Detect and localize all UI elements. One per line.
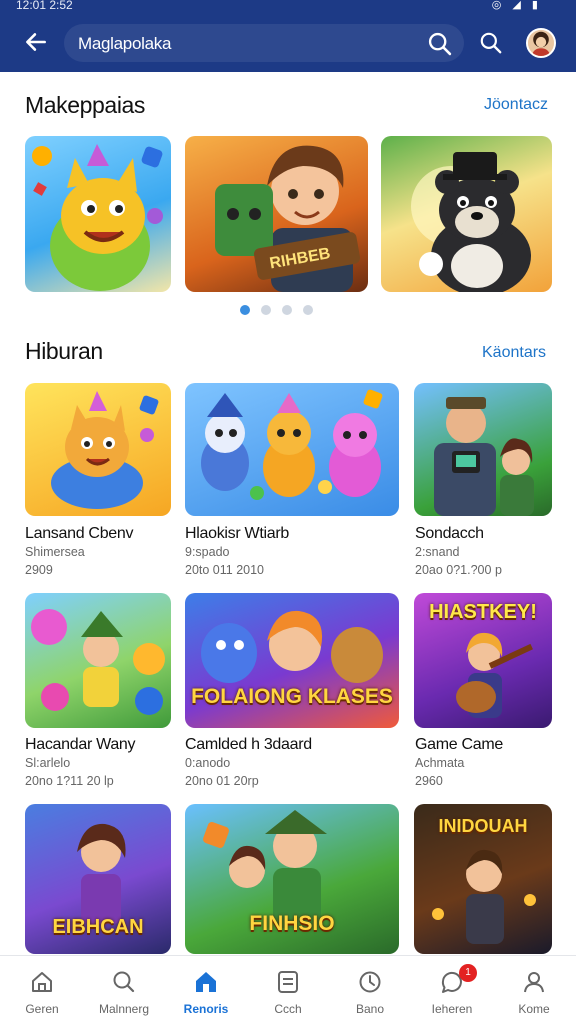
game-card-meta-4: 20no 1?11 20 lp bbox=[25, 774, 114, 788]
nav-label-renoris: Renoris bbox=[183, 1002, 229, 1016]
see-all-featured-link[interactable]: Jöontacz bbox=[484, 96, 548, 114]
avatar[interactable] bbox=[526, 28, 556, 58]
game-card-thumb-9[interactable]: INIDOUAH bbox=[414, 804, 552, 954]
game-card-thumb-8[interactable]: FINHSIO bbox=[185, 804, 399, 954]
three-cartoon-animals-illustration bbox=[201, 389, 383, 500]
nav-label-malnnerg: Malnnerg bbox=[98, 1002, 150, 1016]
game-card-art-text-6: HIASTKEY! bbox=[429, 601, 537, 623]
search-icon[interactable] bbox=[478, 30, 504, 56]
arrow-left-icon bbox=[26, 33, 46, 51]
home-outline-icon bbox=[32, 972, 52, 992]
section-title-hiburan: Hiburan bbox=[25, 338, 103, 364]
carousel-dot-1[interactable] bbox=[240, 305, 250, 315]
document-icon bbox=[278, 971, 298, 993]
home-filled-icon bbox=[196, 972, 216, 992]
search-icon[interactable] bbox=[426, 30, 454, 58]
game-card-meta-2: 20to 011 2010 bbox=[185, 563, 265, 577]
game-card-thumb-6[interactable]: HIASTKEY! bbox=[414, 593, 552, 728]
featured-banner-3[interactable] bbox=[381, 136, 552, 292]
game-card-subtitle-2: 9:spado bbox=[185, 545, 230, 559]
nav-label-ieheren: Ieheren bbox=[431, 1002, 473, 1016]
game-card-meta-6: 2960 bbox=[415, 774, 443, 788]
game-card-art-text-9: INIDOUAH bbox=[438, 816, 528, 836]
cartoon-dog-illustration bbox=[51, 391, 159, 509]
search-icon bbox=[113, 971, 135, 993]
carousel-dot-3[interactable] bbox=[282, 305, 292, 315]
nav-item-malnnerg[interactable]: Malnnerg bbox=[83, 962, 165, 1022]
game-card-art-text-7: EIBHCAN bbox=[52, 916, 144, 938]
nav-label-geren: Geren bbox=[25, 1002, 59, 1016]
clock-icon bbox=[359, 971, 381, 993]
game-card-meta-1: 2909 bbox=[25, 563, 53, 577]
nav-label-bano: Bano bbox=[355, 1002, 385, 1016]
notification-badge: 1 bbox=[459, 964, 477, 982]
game-card-thumb-5[interactable]: FOLAIONG KLASES bbox=[185, 593, 399, 728]
game-card-title-6[interactable]: Game Came bbox=[415, 736, 503, 754]
nav-item-geren[interactable]: Geren bbox=[1, 962, 83, 1022]
game-card-title-4[interactable]: Hacandar Wany bbox=[25, 736, 136, 754]
profile-icon bbox=[524, 972, 544, 993]
carousel-dot-4[interactable] bbox=[303, 305, 313, 315]
game-card-title-3[interactable]: Sondacch bbox=[415, 525, 484, 543]
nav-item-kome[interactable]: Kome bbox=[493, 962, 575, 1022]
game-card-subtitle-3: 2:snand bbox=[415, 545, 460, 559]
nav-item-renoris[interactable]: Renoris bbox=[165, 962, 247, 1022]
game-card-subtitle-4: Sl:arlelo bbox=[25, 756, 71, 770]
game-card-meta-5: 20no 01 20rp bbox=[185, 774, 259, 788]
see-all-hiburan-link[interactable]: Käontars bbox=[482, 344, 546, 362]
carousel-dot-2[interactable] bbox=[261, 305, 271, 315]
featured-banner-1[interactable] bbox=[25, 136, 171, 292]
game-card-art-text-5: FOLAIONG KLASES bbox=[191, 685, 393, 708]
adventurer-illustration bbox=[434, 397, 534, 516]
game-card-subtitle-1: Shimersea bbox=[25, 545, 85, 559]
game-card-title-2[interactable]: Hlaokisr Wtiarb bbox=[185, 525, 289, 543]
nav-item-ccch[interactable]: Ccch bbox=[247, 962, 329, 1022]
boy-with-balls-illustration bbox=[31, 609, 165, 715]
search-input[interactable]: Maglapolaka bbox=[64, 24, 464, 62]
game-card-subtitle-6: Achmata bbox=[415, 756, 465, 770]
game-card-thumb-7[interactable]: EIBHCAN bbox=[25, 804, 171, 954]
bottom-navigation: Geren Malnnerg Renoris Ccch Bano 1 Ieher… bbox=[0, 955, 576, 1024]
game-card-thumb-2[interactable] bbox=[185, 383, 399, 516]
featured-banner-2[interactable]: RIHBEB bbox=[185, 136, 368, 292]
nav-label-ccch: Ccch bbox=[274, 1002, 302, 1016]
nav-item-bano[interactable]: Bano bbox=[329, 962, 411, 1022]
game-card-title-1[interactable]: Lansand Cbenv bbox=[25, 525, 133, 543]
user-avatar-icon bbox=[528, 30, 554, 56]
nav-item-ieheren[interactable]: 1 Ieheren bbox=[411, 962, 493, 1022]
bear-illustration bbox=[411, 152, 531, 292]
status-bar-icons: ◎ ◢ ▮ bbox=[491, 0, 542, 11]
game-card-meta-3: 20ao 0?1.?00 p bbox=[415, 563, 502, 577]
carousel-indicator bbox=[240, 305, 313, 315]
cartoon-cat-illustration bbox=[32, 144, 163, 291]
game-card-art-text-8: FINHSIO bbox=[249, 912, 335, 935]
game-card-thumb-1[interactable] bbox=[25, 383, 171, 516]
boy-with-guitar-illustration: RIHBEB bbox=[215, 145, 361, 292]
game-card-thumb-4[interactable] bbox=[25, 593, 171, 728]
nav-label-kome: Kome bbox=[518, 1002, 550, 1016]
status-bar-time: 12:01 2:52 bbox=[16, 0, 73, 12]
game-card-title-5[interactable]: Camlded h 3daard bbox=[185, 736, 312, 754]
app-header: 12:01 2:52 ◎ ◢ ▮ Maglapolaka bbox=[0, 0, 576, 72]
game-card-thumb-3[interactable] bbox=[414, 383, 552, 516]
game-card-subtitle-5: 0:anodo bbox=[185, 756, 231, 770]
search-input-value: Maglapolaka bbox=[78, 34, 172, 53]
section-title-featured: Makeppaias bbox=[25, 92, 146, 118]
back-button[interactable] bbox=[20, 26, 52, 58]
